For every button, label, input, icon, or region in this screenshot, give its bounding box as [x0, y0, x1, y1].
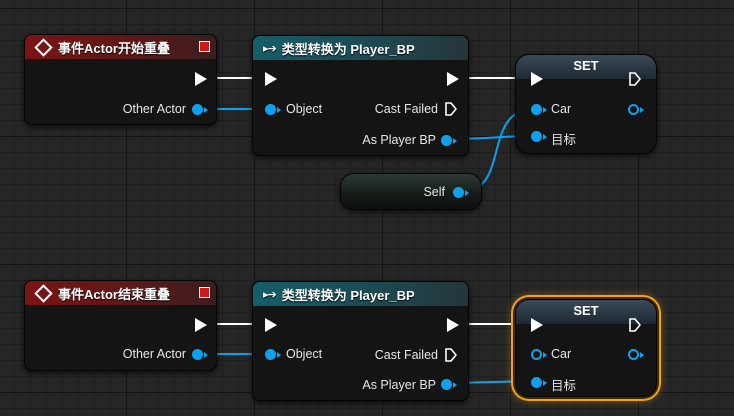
car-input-pin[interactable]: [531, 104, 542, 115]
target-input-pin[interactable]: [531, 377, 542, 388]
cast-to-player-bp-node[interactable]: ▸➔ 类型转换为 Player_BP Object Cast Failed As…: [252, 281, 469, 401]
as-player-bp-pin[interactable]: [441, 379, 452, 390]
self-reference-node[interactable]: Self: [340, 173, 482, 210]
other-actor-label: Other Actor: [122, 347, 186, 361]
pin-arrow-icon: [277, 352, 281, 358]
exec-out-pin[interactable]: [195, 318, 207, 332]
pin-arrow-icon: [543, 380, 547, 386]
node-title: 事件Actor开始重叠: [58, 40, 170, 56]
other-actor-pin[interactable]: [192, 104, 203, 115]
cast-failed-label: Cast Failed: [374, 348, 438, 362]
set-car-node-selected[interactable]: SET Car 目标: [515, 299, 657, 397]
car-label: Car: [551, 102, 572, 116]
pin-arrow-icon: [204, 107, 208, 113]
pin-arrow-icon: [640, 107, 644, 113]
car-output-pin[interactable]: [628, 104, 639, 115]
car-input-pin[interactable]: [531, 349, 542, 360]
node-title: 事件Actor结束重叠: [58, 286, 170, 302]
event-end-overlap-node[interactable]: 事件Actor结束重叠 Other Actor: [24, 280, 217, 371]
cast-failed-pin[interactable]: [445, 102, 457, 116]
node-title: 类型转换为 Player_BP: [281, 41, 415, 57]
event-delegate-icon[interactable]: [199, 41, 210, 52]
self-output-pin[interactable]: [453, 187, 464, 198]
as-player-bp-pin[interactable]: [441, 135, 452, 146]
node-title: 类型转换为 Player_BP: [281, 287, 415, 303]
as-player-bp-label: As Player BP: [362, 133, 436, 147]
car-output-pin[interactable]: [628, 349, 639, 360]
pin-arrow-icon: [204, 352, 208, 358]
self-label: Self: [423, 185, 445, 199]
exec-out-pin[interactable]: [629, 72, 641, 86]
target-label: 目标: [551, 379, 577, 393]
object-input-pin[interactable]: [265, 349, 276, 360]
pin-arrow-icon: [465, 190, 469, 196]
car-label: Car: [551, 347, 572, 361]
object-label: Object: [286, 102, 323, 116]
cast-to-player-bp-node[interactable]: ▸➔ 类型转换为 Player_BP Object Cast Failed As…: [252, 35, 469, 156]
cast-failed-pin[interactable]: [445, 348, 457, 362]
event-delegate-icon[interactable]: [199, 287, 210, 298]
pin-arrow-icon: [453, 382, 457, 388]
cast-icon: ▸➔: [263, 42, 277, 55]
exec-in-pin[interactable]: [265, 318, 277, 332]
exec-out-pin[interactable]: [447, 72, 459, 86]
pin-arrow-icon: [453, 138, 457, 144]
node-header[interactable]: 事件Actor结束重叠: [25, 281, 216, 305]
event-diamond-icon: [34, 37, 53, 57]
pin-arrow-icon: [543, 107, 547, 113]
pin-arrow-icon: [640, 352, 644, 358]
pin-arrow-icon: [543, 352, 547, 358]
exec-in-pin[interactable]: [265, 72, 277, 86]
as-player-bp-label: As Player BP: [362, 378, 436, 392]
object-input-pin[interactable]: [265, 104, 276, 115]
target-input-pin[interactable]: [531, 131, 542, 142]
node-header[interactable]: 事件Actor开始重叠: [25, 35, 216, 59]
event-begin-overlap-node[interactable]: 事件Actor开始重叠 Other Actor: [24, 34, 217, 125]
exec-out-pin[interactable]: [195, 72, 207, 86]
target-label: 目标: [551, 133, 577, 147]
exec-in-pin[interactable]: [531, 318, 543, 332]
node-header[interactable]: ▸➔ 类型转换为 Player_BP: [253, 282, 468, 306]
node-header[interactable]: ▸➔ 类型转换为 Player_BP: [253, 36, 468, 60]
pin-arrow-icon: [277, 107, 281, 113]
pin-arrow-icon: [543, 134, 547, 140]
exec-out-pin[interactable]: [629, 318, 641, 332]
exec-in-pin[interactable]: [531, 72, 543, 86]
exec-out-pin[interactable]: [447, 318, 459, 332]
other-actor-pin[interactable]: [192, 349, 203, 360]
cast-icon: ▸➔: [263, 288, 277, 301]
event-diamond-icon: [34, 283, 53, 303]
set-car-node[interactable]: SET Car 目标: [515, 54, 657, 154]
cast-failed-label: Cast Failed: [374, 102, 438, 116]
other-actor-label: Other Actor: [122, 102, 186, 116]
object-label: Object: [286, 347, 323, 361]
